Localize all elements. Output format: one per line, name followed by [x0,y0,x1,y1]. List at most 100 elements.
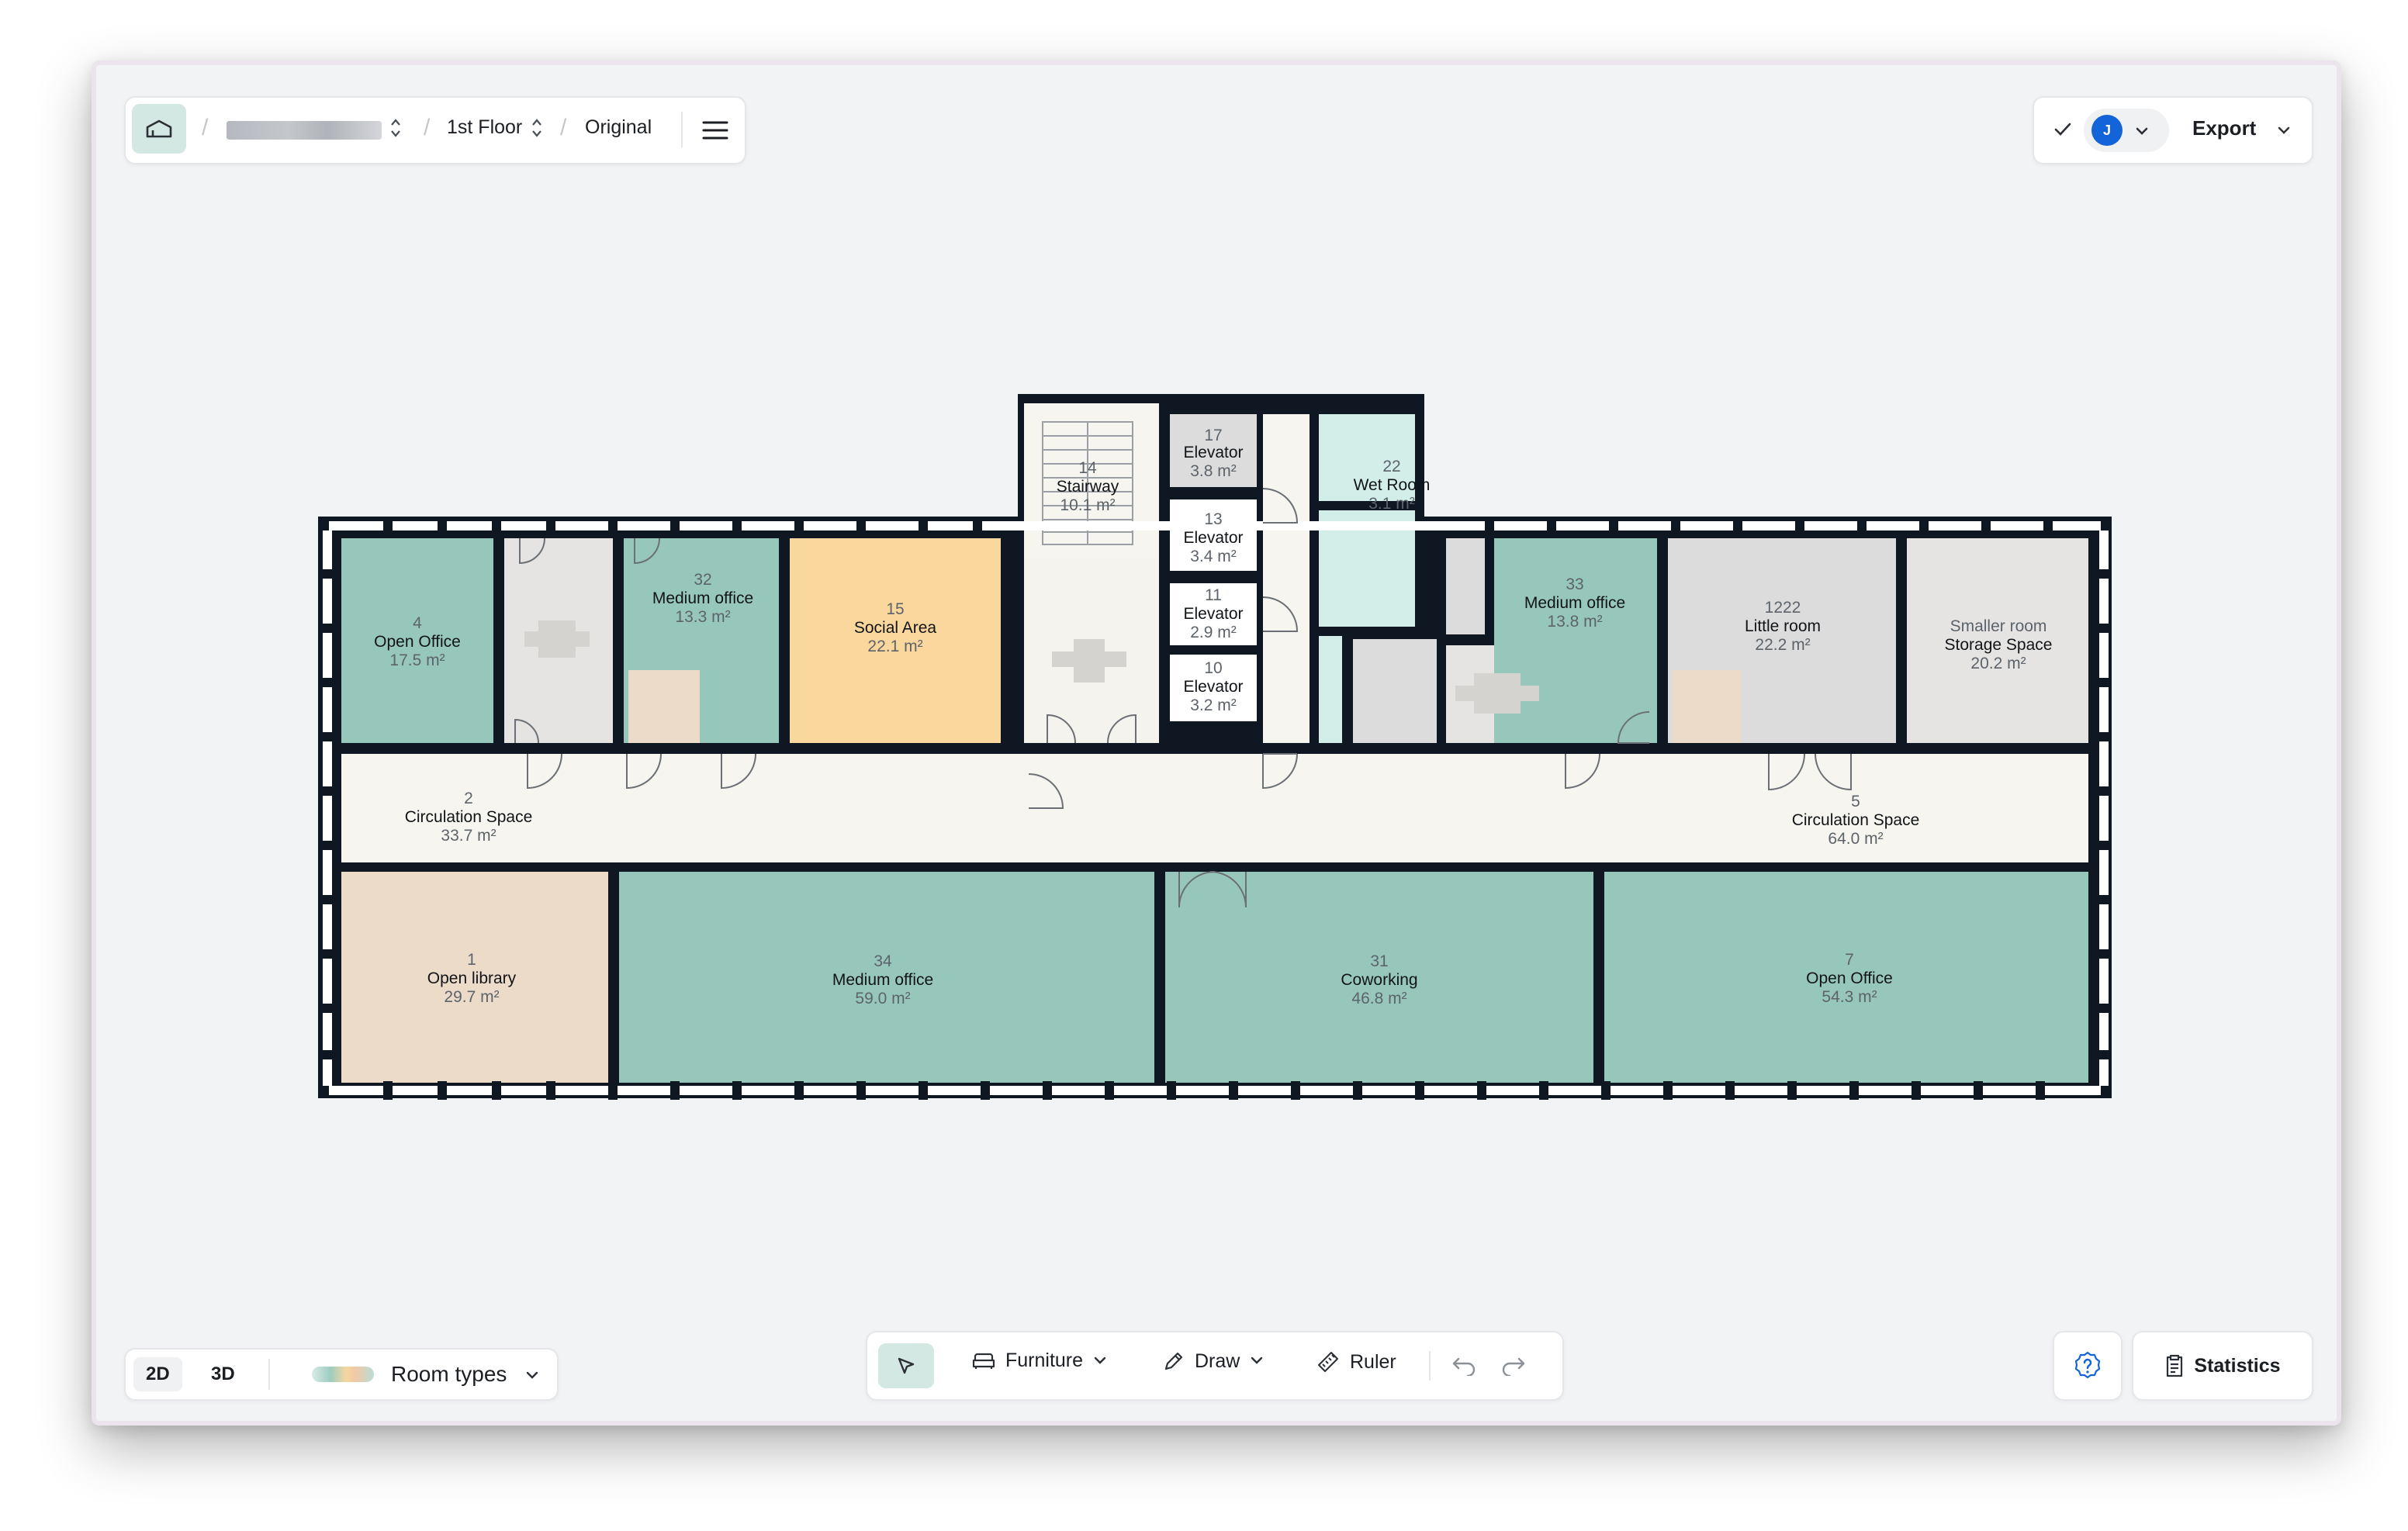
divider [681,112,683,147]
room-number: 13 [1204,510,1222,528]
room-number: 10 [1204,659,1222,677]
room-type: Medium office [832,971,933,989]
room-number: 32 [694,571,711,589]
hamburger-icon [702,121,728,140]
corridor-stub [1446,538,1485,634]
room-area: 29.7 m² [444,988,499,1006]
room-area: 10.1 m² [1060,496,1115,514]
shaft-corridor [1263,414,1310,743]
room-area: 33.7 m² [441,827,496,845]
home-button[interactable] [132,104,186,154]
view-3d-button[interactable]: 3D [199,1357,247,1391]
version-selector[interactable]: Original [585,116,652,139]
project-navigation-bar: / / 1st Floor / Original [124,96,746,164]
room-number: 22 [1382,458,1400,475]
undo-icon[interactable] [1451,1354,1477,1376]
room-number: 15 [886,600,904,618]
room-area: 64.0 m² [1828,830,1883,848]
room-number: 4 [413,614,422,632]
building-icon [146,119,172,138]
room-type: Open Office [374,633,461,651]
room-area: 3.4 m² [1190,548,1237,565]
room-number: 34 [874,952,892,970]
help-button[interactable] [2053,1331,2123,1401]
draw-button[interactable]: Draw [1162,1350,1265,1373]
room-type: Open library [427,969,517,987]
room-types-dropdown[interactable]: Room types [391,1362,507,1387]
room-type: Circulation Space [1792,811,1920,829]
redo-icon[interactable] [1500,1354,1527,1376]
room-number: 31 [1370,952,1388,970]
chevron-down-icon[interactable] [524,1370,540,1382]
account-bar: J Export [2033,96,2313,164]
furniture-label: Furniture [1005,1350,1084,1371]
room-area: 17.5 m² [389,651,445,669]
room-type: Wet Room [1354,476,1431,494]
room-type-legend-swatch [312,1367,374,1382]
room-type: Elevator [1183,444,1243,461]
chevron-updown-icon[interactable] [531,116,543,140]
room-1222-closet [1673,670,1741,743]
view-controls: 2D 3D Room types [124,1348,559,1401]
draw-label: Draw [1195,1350,1240,1372]
select-tool-button[interactable] [878,1343,934,1388]
divider [1429,1351,1431,1381]
room-number: 33 [1566,575,1583,593]
pencil-icon [1164,1352,1183,1370]
room-number: 5 [1851,793,1860,810]
chevron-down-icon [1094,1356,1106,1364]
room-type: Open Office [1806,969,1893,987]
chevron-down-icon [1251,1356,1263,1364]
room-number: 11 [1205,586,1222,604]
room-area: 20.2 m² [1970,655,2026,672]
service-room-left [1319,636,1342,743]
avatar[interactable]: J [2091,115,2123,146]
room-area: 2.9 m² [1190,624,1237,641]
user-menu[interactable]: J [2084,109,2169,152]
statistics-label: Statistics [2194,1354,2281,1377]
breadcrumb-separator: / [424,115,431,140]
room-area: 46.8 m² [1351,990,1406,1007]
room-area: 13.3 m² [675,608,730,626]
room-5-circulation [946,754,2088,862]
room-number: Smaller room [1950,617,2047,635]
project-name-redacted[interactable] [227,121,382,140]
sofa-icon [972,1353,995,1369]
room-area: 59.0 m² [855,990,910,1007]
breadcrumb-separator: / [202,115,209,140]
help-icon [2074,1351,2101,1379]
room-type: Little room [1745,617,1821,635]
divider [268,1359,270,1390]
menu-button[interactable] [698,113,732,147]
room-type: Medium office [652,589,753,607]
export-button[interactable]: Export [2192,116,2256,140]
room-area: 22.2 m² [1755,636,1810,654]
check-icon[interactable] [2053,119,2073,140]
ruler-label: Ruler [1350,1350,1396,1373]
room-area: 3.2 m² [1190,696,1237,714]
room-type: Elevator [1183,678,1243,696]
furniture-button[interactable]: Furniture [971,1350,1108,1372]
chevron-down-icon [2136,127,2148,135]
view-2d-button[interactable]: 2D [133,1357,182,1391]
ruler-button[interactable]: Ruler [1316,1350,1396,1374]
statistics-button[interactable]: Statistics [2132,1331,2313,1401]
clipboard-icon [2167,1354,2183,1377]
room-32-closet [628,670,700,743]
room-number: 1222 [1765,599,1801,617]
room-type: Social Area [854,619,937,637]
chevron-down-icon [2278,126,2290,134]
edit-toolbar: Furniture Draw Ruler [866,1331,1564,1401]
room-number: 17 [1204,427,1222,444]
floor-plan: 4 Open Office 17.5 m² 32 Medium office 1… [318,394,2112,1100]
chevron-updown-icon[interactable] [389,116,402,140]
room-number: 7 [1845,951,1854,969]
app-window: 4 Open Office 17.5 m² 32 Medium office 1… [92,60,2341,1426]
room-type: Elevator [1183,605,1243,623]
room-area: 3.8 m² [1190,462,1237,480]
room-type: Circulation Space [405,808,533,826]
room-area: 54.3 m² [1822,988,1877,1006]
room-number: 1 [467,951,476,969]
floor-selector[interactable]: 1st Floor [447,116,522,139]
floor-plan-canvas[interactable]: 4 Open Office 17.5 m² 32 Medium office 1… [96,65,2337,1421]
